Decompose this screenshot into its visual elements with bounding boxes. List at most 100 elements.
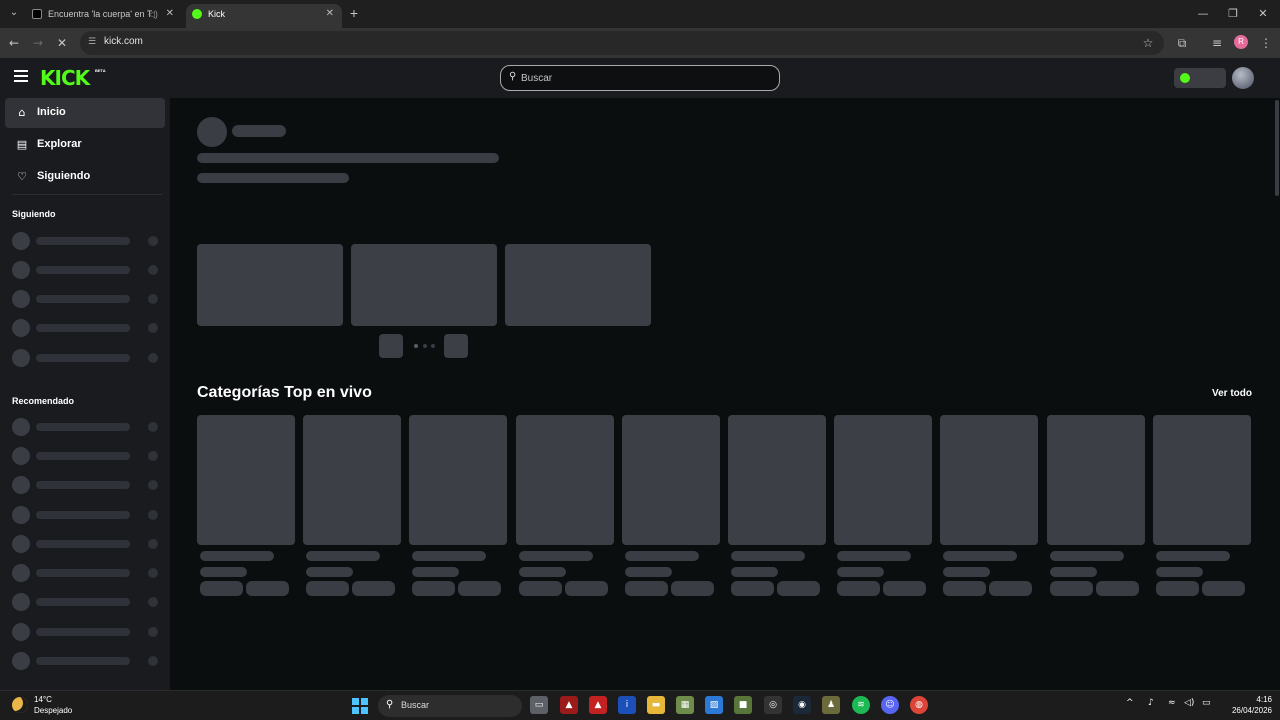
see-all-link[interactable]: Ver todo [1212, 388, 1252, 399]
search-icon: ⚲ [386, 699, 394, 710]
explore-icon: ▤ [16, 138, 28, 151]
site-header: KICK BETA ⚲ [0, 58, 1280, 98]
discord-icon[interactable]: ☺ [881, 696, 899, 714]
photos-app-icon[interactable]: ▨ [705, 696, 723, 714]
back-button[interactable]: ← [4, 33, 24, 53]
category-name-skeleton [1155, 551, 1230, 561]
browser-tab-tiktok[interactable]: Encuentra 'la cuerpa' en Ti ◁) ✕ [26, 4, 182, 28]
browser-tab-kick[interactable]: Kick ✕ [186, 4, 342, 28]
category-tag-skeleton [670, 581, 714, 596]
tab-search-chevron-icon[interactable]: ⌄ [6, 5, 22, 21]
carousel-dot[interactable] [414, 344, 418, 348]
weather-temperature: 14°C [34, 695, 52, 704]
new-tab-button[interactable]: + [346, 4, 362, 22]
channel-skeleton [12, 319, 162, 337]
category-tag-skeleton [943, 581, 987, 596]
sidebar-item-siguiendo[interactable]: ♡ Siguiendo [5, 162, 165, 192]
featured-title-skeleton [197, 153, 499, 163]
category-name-skeleton [200, 551, 274, 561]
clock-date[interactable]: 26/04/2026 [1222, 706, 1272, 715]
channel-skeleton [12, 564, 162, 582]
restore-button[interactable]: ❐ [1218, 4, 1248, 24]
category-tag-skeleton [352, 581, 396, 596]
category-tag-skeleton [306, 581, 350, 596]
kicks-balance-button[interactable] [1174, 68, 1226, 88]
show-hidden-icons-chevron-icon[interactable]: ^ [1126, 698, 1134, 708]
volume-icon[interactable]: ◁) [1184, 698, 1194, 708]
carousel-next-button[interactable] [444, 334, 468, 358]
sidebar-item-explorar[interactable]: ▤ Explorar [5, 130, 165, 160]
weather-description: Despejado [34, 706, 73, 715]
carousel-dot[interactable] [431, 344, 435, 348]
task-view-icon[interactable]: ▭ [530, 696, 548, 714]
info-app-icon[interactable]: i [618, 696, 636, 714]
bookmark-star-icon[interactable]: ☆ [1138, 33, 1158, 53]
sidebar: ⌂ Inicio ▤ Explorar ♡ Siguiendo Siguiend… [0, 98, 170, 690]
carousel-dot[interactable] [423, 344, 427, 348]
steam-icon[interactable]: ◉ [793, 696, 811, 714]
clock-time[interactable]: 4:16 [1236, 695, 1272, 704]
game-app-icon[interactable]: ♟ [822, 696, 840, 714]
category-card-skeleton [409, 415, 508, 545]
menu-hamburger-icon[interactable] [14, 70, 28, 82]
speaker-icon: ◁) [148, 9, 158, 19]
page-scrollbar[interactable] [1275, 100, 1279, 196]
kick-logo[interactable]: KICK [40, 66, 90, 90]
carousel-prev-button[interactable] [379, 334, 403, 358]
site-info-icon[interactable]: ☰ [88, 37, 100, 49]
browser-menu-icon[interactable]: ⋮ [1256, 33, 1276, 53]
search-input[interactable] [521, 70, 771, 86]
category-viewers-skeleton [624, 567, 672, 577]
channel-skeleton [12, 535, 162, 553]
close-window-button[interactable]: ✕ [1248, 4, 1278, 24]
channel-skeleton [12, 290, 162, 308]
category-viewers-skeleton [1155, 567, 1203, 577]
category-tag-skeleton [837, 581, 881, 596]
user-avatar[interactable] [1232, 67, 1254, 89]
extensions-icon[interactable]: ⧉ [1172, 33, 1192, 53]
category-name-skeleton [731, 551, 805, 561]
category-tag-skeleton [1049, 581, 1093, 596]
category-viewers-skeleton [1049, 567, 1097, 577]
stop-loading-button[interactable]: ✕ [52, 33, 72, 53]
category-card-skeleton [303, 415, 402, 545]
minimize-button[interactable]: — [1188, 4, 1218, 24]
site-search[interactable]: ⚲ [500, 65, 780, 91]
file-explorer-icon[interactable]: ▬ [647, 696, 665, 714]
category-name-skeleton [837, 551, 912, 561]
microphone-icon[interactable]: ♪ [1148, 698, 1154, 708]
category-tag-skeleton [1155, 581, 1199, 596]
carousel-card-skeleton [351, 244, 497, 326]
category-tag-skeleton [624, 581, 668, 596]
tab-close-icon[interactable]: ✕ [166, 4, 174, 24]
channel-skeleton [12, 652, 162, 670]
wifi-icon[interactable]: ≈ [1168, 698, 1176, 708]
profile-avatar[interactable]: R [1234, 35, 1248, 49]
featured-name-skeleton [232, 125, 286, 137]
spotify-icon[interactable]: ≋ [852, 696, 870, 714]
category-tag-skeleton [200, 581, 243, 596]
channel-skeleton [12, 232, 162, 250]
app-red-triangle-icon[interactable]: ▲ [560, 696, 578, 714]
address-url: kick.com [104, 36, 143, 47]
windows-start-button[interactable] [352, 698, 368, 714]
category-tag-skeleton [1095, 581, 1139, 596]
minecraft-icon[interactable]: ▦ [676, 696, 694, 714]
taskbar-search[interactable]: ⚲ Buscar [378, 695, 522, 717]
grass-block-icon[interactable]: ■ [734, 696, 752, 714]
address-bar[interactable]: ☰ kick.com [80, 31, 1164, 55]
forward-button[interactable]: → [28, 33, 48, 53]
media-controls-icon[interactable]: ≡ [1207, 33, 1227, 53]
app-red-a-icon[interactable]: ▲ [589, 696, 607, 714]
categories-heading: Categorías Top en vivo [197, 384, 372, 401]
github-icon[interactable]: ◎ [764, 696, 782, 714]
moon-weather-icon[interactable] [12, 697, 28, 713]
category-viewers-skeleton [731, 567, 778, 577]
category-viewers-skeleton [200, 567, 247, 577]
sidebar-item-inicio[interactable]: ⌂ Inicio [5, 98, 165, 128]
category-card-skeleton [728, 415, 826, 545]
tab-close-icon[interactable]: ✕ [326, 4, 334, 24]
category-viewers-skeleton [943, 567, 991, 577]
battery-icon[interactable]: ▭ [1202, 698, 1211, 708]
chrome-icon[interactable]: ◍ [910, 696, 928, 714]
